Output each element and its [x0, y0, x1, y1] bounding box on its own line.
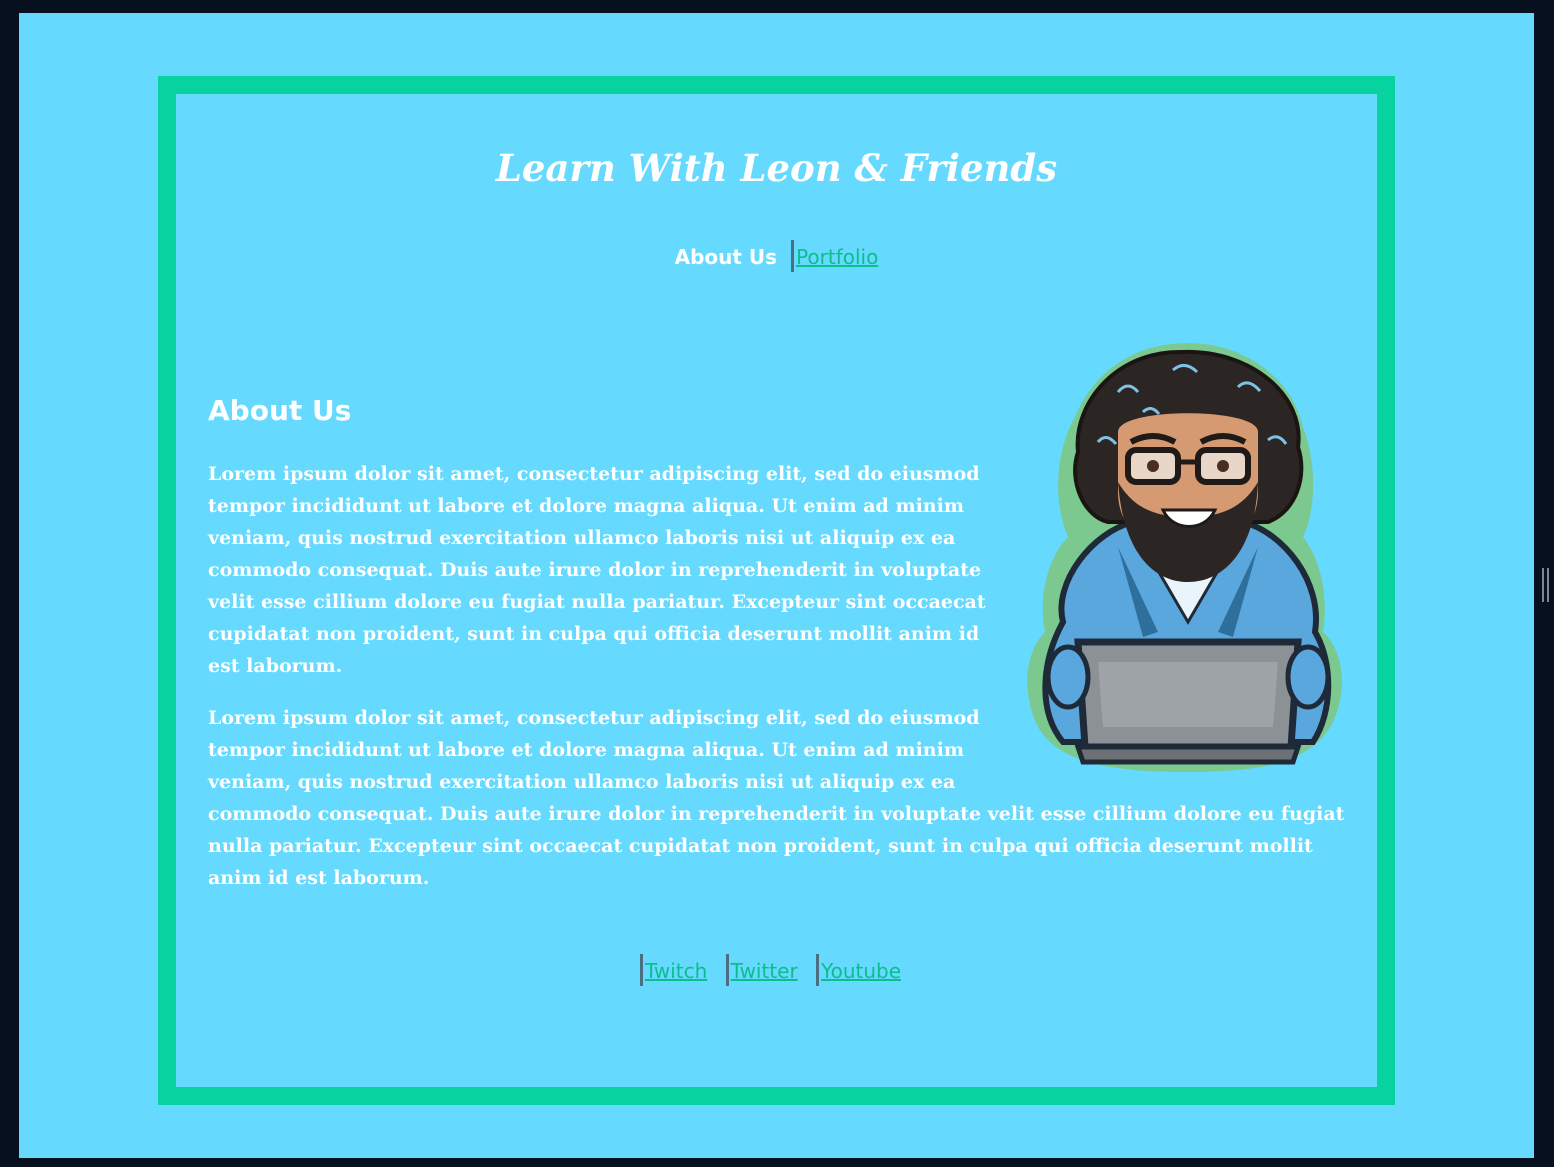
link-separator — [725, 954, 729, 986]
about-paragraph-1: Lorem ipsum dolor sit amet, consectetur … — [208, 463, 986, 677]
twitter-link[interactable]: Twitter — [731, 959, 798, 983]
avatar-wrap-spacer — [1008, 702, 1348, 798]
about-us-heading: About Us — [208, 394, 352, 427]
nav-item-about-us: About Us — [674, 245, 778, 269]
page-viewport: Learn With Leon & Friends About Us Portfo… — [19, 13, 1534, 1158]
nav-link-portfolio[interactable]: Portfolio — [796, 245, 878, 269]
link-separator — [816, 954, 820, 986]
main-nav: About Us Portfolio — [176, 240, 1377, 272]
link-separator — [639, 954, 643, 986]
twitch-link[interactable]: Twitch — [645, 959, 707, 983]
site-title: Learn With Leon & Friends — [495, 146, 1058, 190]
nav-separator — [791, 240, 795, 272]
resize-handle[interactable] — [1542, 568, 1549, 602]
content-frame: Learn With Leon & Friends About Us Portfo… — [158, 76, 1395, 1105]
social-links: Twitch Twitter Youtube — [176, 954, 1377, 986]
youtube-link[interactable]: Youtube — [821, 959, 901, 983]
about-paragraph-2: Lorem ipsum dolor sit amet, consectetur … — [208, 702, 1348, 894]
about-paragraph-2-container: Lorem ipsum dolor sit amet, consectetur … — [208, 702, 1348, 894]
